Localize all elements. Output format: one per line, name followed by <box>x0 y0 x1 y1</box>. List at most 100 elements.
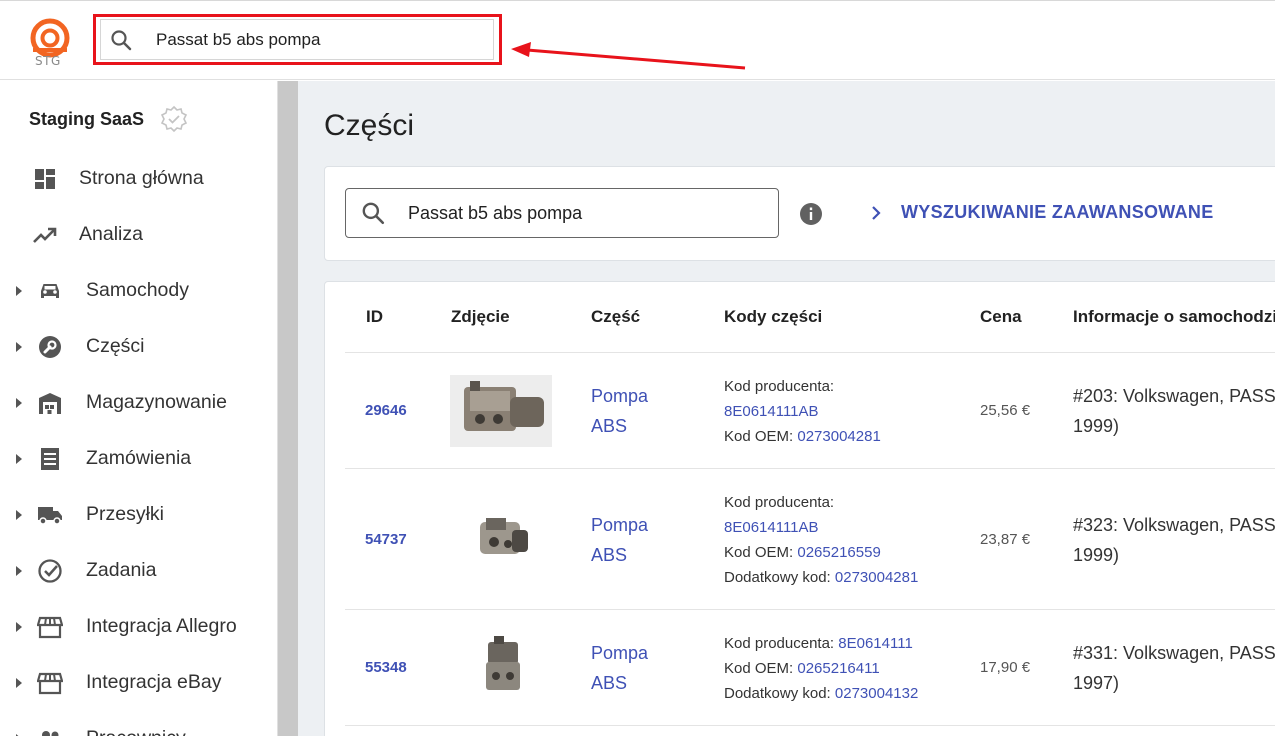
sidebar-item-label: Przesyłki <box>86 503 165 525</box>
part-code-value[interactable]: 8E0614111AB <box>724 519 819 536</box>
table-row[interactable]: 54737 Pompa ABS Kod producenta: 8E0614111AB K… <box>345 468 1275 609</box>
verified-badge-icon <box>160 105 188 133</box>
check-circle-icon <box>38 559 62 583</box>
part-id-link[interactable]: 54737 <box>365 531 407 548</box>
sidebar-item-przesyłki[interactable]: Przesyłki <box>0 487 278 543</box>
part-id-link[interactable]: 29646 <box>365 402 407 419</box>
column-header-price[interactable]: Cena <box>980 307 1022 327</box>
part-codes: Kod producenta: 8E0614111AB Kod OEM: 02730… <box>724 374 881 449</box>
advanced-search-label: WYSZUKIWANIE ZAAWANSOWANE <box>901 202 1214 222</box>
part-name-line: ABS <box>591 416 628 436</box>
part-code-line: Dodatkowy kod: 0273004132 <box>724 681 918 706</box>
part-code-line: 8E0614111AB <box>724 399 881 424</box>
column-header-id[interactable]: ID <box>366 307 383 327</box>
sidebar-item-zadania[interactable]: Zadania <box>0 543 278 599</box>
storefront-icon <box>37 616 63 639</box>
search-icon <box>362 202 385 225</box>
expand-arrow-icon[interactable] <box>15 677 23 689</box>
info-icon[interactable] <box>799 202 823 226</box>
car-info-line: 1999) <box>1073 544 1120 565</box>
advanced-search-button[interactable]: WYSZUKIWANIE ZAAWANSOWANE <box>869 202 1214 223</box>
expand-arrow-icon[interactable] <box>15 341 23 353</box>
sidebar-item-label: Analiza <box>79 223 143 245</box>
part-code-label: Dodatkowy kod: <box>724 684 835 702</box>
car-icon <box>41 284 59 298</box>
sidebar-item-samochody[interactable]: Samochody <box>0 263 278 319</box>
sidebar-item-label: Integracja eBay <box>86 671 222 693</box>
column-header-codes[interactable]: Kody części <box>724 307 822 327</box>
expand-arrow-icon[interactable] <box>15 285 23 297</box>
truck-icon <box>38 507 62 525</box>
part-id-link[interactable]: 55348 <box>365 659 407 676</box>
column-header-car-info[interactable]: Informacje o samochodzi <box>1073 307 1275 327</box>
warehouse-icon <box>39 393 61 414</box>
car-info-line: #323: Volkswagen, PASSA <box>1073 514 1275 535</box>
part-code-label: Kod producenta: <box>724 634 839 652</box>
part-code-value[interactable]: 8E0614111AB <box>724 403 819 420</box>
expand-arrow-icon[interactable] <box>15 453 23 465</box>
part-photo[interactable] <box>450 375 552 447</box>
column-header-part[interactable]: Część <box>591 307 640 327</box>
part-name-line: Pompa <box>591 514 649 535</box>
sidebar-item-analiza[interactable]: Analiza <box>0 207 278 263</box>
part-photo[interactable] <box>450 632 552 704</box>
part-code-line: Kod OEM: 0265216411 <box>724 656 918 681</box>
part-name-link[interactable]: Pompa ABS <box>591 510 671 570</box>
sidebar-item-strona-główna[interactable]: Strona główna <box>0 151 278 207</box>
sidebar-item-label: Zamówienia <box>86 447 192 469</box>
part-code-value[interactable]: 0273004281 <box>797 428 880 445</box>
part-name-line: Pompa <box>591 386 649 406</box>
part-name-link[interactable]: Pompa ABS <box>591 381 671 441</box>
sidebar-item-label: Części <box>86 335 145 357</box>
table-row[interactable]: 29646 Pompa ABS Kod producenta: 8E0614111AB K… <box>345 352 1275 468</box>
table-row-divider <box>345 725 1275 726</box>
part-code-label: Kod producenta: <box>724 377 835 395</box>
part-codes: Kod producenta: 8E0614111AB Kod OEM: 02652… <box>724 490 918 590</box>
wrench-icon <box>39 336 61 358</box>
sidebar-item-zamówienia[interactable]: Zamówienia <box>0 431 278 487</box>
part-code-value[interactable]: 0273004132 <box>835 685 918 702</box>
part-code-line: Kod producenta: 8E0614111 <box>724 631 918 656</box>
car-info-line: #331: Volkswagen, PASSA <box>1073 643 1275 663</box>
car-info: #331: Volkswagen, PASSA 1997) <box>1073 638 1275 698</box>
sidebar-item-integracja-ebay[interactable]: Integracja eBay <box>0 655 278 711</box>
part-name-link[interactable]: Pompa ABS <box>591 638 671 698</box>
annotation-arrow-icon <box>511 42 746 70</box>
expand-arrow-icon[interactable] <box>15 397 23 409</box>
org-name: Staging SaaS <box>29 108 145 129</box>
part-code-value[interactable]: 0265216559 <box>797 544 880 561</box>
column-header-photo[interactable]: Zdjęcie <box>451 307 510 327</box>
chevron-right-icon <box>872 205 881 220</box>
part-code-value[interactable]: 0273004281 <box>835 569 918 586</box>
sidebar-scrollbar[interactable] <box>278 81 298 736</box>
sidebar-item-label: Integracja Allegro <box>86 615 237 637</box>
sidebar-item-części[interactable]: Części <box>0 319 278 375</box>
logo-text: STG <box>35 54 61 68</box>
parts-search-input[interactable] <box>408 202 758 224</box>
part-code-line: Kod producenta: <box>724 490 918 515</box>
expand-arrow-icon[interactable] <box>15 621 23 633</box>
sidebar-item-integracja-allegro[interactable]: Integracja Allegro <box>0 599 278 655</box>
part-photo[interactable] <box>450 503 552 576</box>
sidebar-item-label: Samochody <box>86 279 189 301</box>
part-code-line: 8E0614111AB <box>724 515 918 540</box>
part-code-value[interactable]: 8E0614111 <box>838 635 913 652</box>
table-row[interactable]: 55348 Pompa ABS Kod producenta: 8E0614111 Ko… <box>345 609 1275 725</box>
annotation-highlight-box <box>93 14 502 65</box>
main-content: Części WYSZUKIWANIE ZAAWANSOWANE <box>298 81 1275 736</box>
receipt-icon <box>41 448 59 470</box>
sidebar-item-pracownicy[interactable]: Pracownicy <box>0 711 278 736</box>
part-code-line: Kod OEM: 0273004281 <box>724 424 881 449</box>
part-code-value[interactable]: 0265216411 <box>797 660 879 677</box>
expand-arrow-icon[interactable] <box>15 565 23 577</box>
search-card: WYSZUKIWANIE ZAAWANSOWANE <box>324 166 1275 261</box>
parts-search-box[interactable] <box>345 188 779 238</box>
trending-up-icon <box>33 227 57 243</box>
part-code-line: Kod producenta: <box>724 374 881 399</box>
storefront-icon <box>37 672 63 695</box>
parts-table: ID Zdjęcie Część Kody części Cena Inform… <box>324 281 1275 736</box>
dashboard-icon <box>35 169 55 189</box>
expand-arrow-icon[interactable] <box>15 509 23 521</box>
part-code-label: Kod producenta: <box>724 493 835 511</box>
sidebar-item-magazynowanie[interactable]: Magazynowanie <box>0 375 278 431</box>
